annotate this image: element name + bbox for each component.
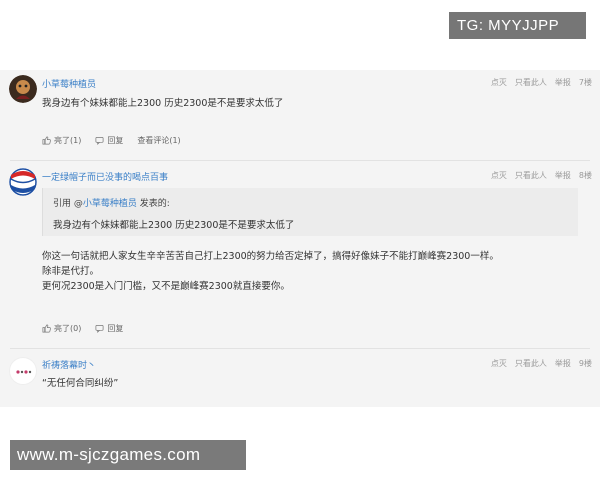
post-content: 我身边有个妹妹都能上2300 历史2300是不是要求太低了: [42, 98, 284, 109]
reply-icon: [95, 324, 104, 333]
like-label: 亮了(1): [54, 136, 82, 145]
post-meta: 点灭 只看此人 举报 7楼: [491, 77, 592, 88]
only-this-user-link[interactable]: 只看此人: [515, 77, 547, 88]
divider: [10, 348, 590, 349]
reply-button[interactable]: 回复: [95, 135, 123, 146]
reply-label: 回复: [107, 136, 124, 145]
dislike-link[interactable]: 点灭: [491, 77, 507, 88]
watermark-top: TG: MYYJJPP: [449, 12, 586, 39]
floor-number: 7楼: [578, 78, 592, 87]
post-content: 你这一句话就把人家女生辛辛苦苦自己打上2300的努力给否定掉了，搞得好像妹子不能…: [42, 249, 499, 294]
username[interactable]: 一定绿帽子而已没事的喝点百事: [42, 170, 168, 183]
post-meta: 点灭 只看此人 举报 8楼: [491, 170, 592, 181]
reply-icon: [95, 136, 104, 145]
floor-number: 8楼: [578, 171, 592, 180]
content-line: 你这一句话就把人家女生辛辛苦苦自己打上2300的努力给否定掉了，搞得好像妹子不能…: [42, 251, 499, 262]
floor-number: 9楼: [578, 359, 592, 368]
username[interactable]: 小草莓种植员: [42, 77, 96, 90]
avatar[interactable]: [9, 357, 37, 385]
avatar[interactable]: [9, 75, 37, 103]
only-this-user-link[interactable]: 只看此人: [515, 358, 547, 369]
post-floor-8: 一定绿帽子而已没事的喝点百事 点灭 只看此人 举报 8楼 引用 @小草莓种植员 …: [0, 161, 600, 351]
post-floor-9: 祈祷落幕时丶 点灭 只看此人 举报 9楼 “无任何合同纠纷”: [0, 351, 600, 407]
report-link[interactable]: 举报: [555, 77, 571, 88]
like-button[interactable]: 亮了(1): [42, 135, 81, 146]
post-actions: 亮了(1) 回复 查看评论(1): [42, 135, 181, 146]
report-link[interactable]: 举报: [555, 358, 571, 369]
dislike-link[interactable]: 点灭: [491, 358, 507, 369]
like-button[interactable]: 亮了(0): [42, 323, 81, 334]
view-comments-button[interactable]: 查看评论(1): [137, 135, 180, 146]
post-floor-7: 小草莓种植员 点灭 只看此人 举报 7楼 我身边有个妹妹都能上2300 历史23…: [0, 70, 600, 161]
report-link[interactable]: 举报: [555, 170, 571, 181]
quoted-text: 我身边有个妹妹都能上2300 历史2300是不是要求太低了: [53, 220, 295, 231]
watermark-bottom: www.m-sjczgames.com: [10, 440, 246, 470]
quote-header: 引用 @小草莓种植员 发表的:: [53, 196, 170, 209]
post-actions: 亮了(0) 回复: [42, 323, 123, 334]
thumbs-up-icon: [42, 136, 51, 145]
like-label: 亮了(0): [54, 324, 82, 333]
post-meta: 点灭 只看此人 举报 9楼: [491, 358, 592, 369]
quote-prefix: 引用 @: [53, 199, 83, 209]
post-content: “无任何合同纠纷”: [42, 378, 119, 389]
thumbs-up-icon: [42, 324, 51, 333]
reply-label: 回复: [107, 324, 124, 333]
username[interactable]: 祈祷落幕时丶: [42, 358, 96, 371]
quote-suffix: 发表的:: [136, 199, 170, 209]
reply-button[interactable]: 回复: [95, 323, 123, 334]
content-line: 更何况2300是入门门槛，又不是巅峰赛2300就直接要你。: [42, 281, 290, 292]
quote-block: 引用 @小草莓种植员 发表的: 我身边有个妹妹都能上2300 历史2300是不是…: [42, 188, 578, 236]
quoted-username[interactable]: 小草莓种植员: [83, 199, 137, 209]
view-comments-label: 查看评论(1): [137, 136, 181, 145]
avatar[interactable]: [9, 168, 37, 196]
only-this-user-link[interactable]: 只看此人: [515, 170, 547, 181]
content-line: 除非是代打。: [42, 266, 100, 277]
dislike-link[interactable]: 点灭: [491, 170, 507, 181]
comment-thread: 小草莓种植员 点灭 只看此人 举报 7楼 我身边有个妹妹都能上2300 历史23…: [0, 70, 600, 407]
